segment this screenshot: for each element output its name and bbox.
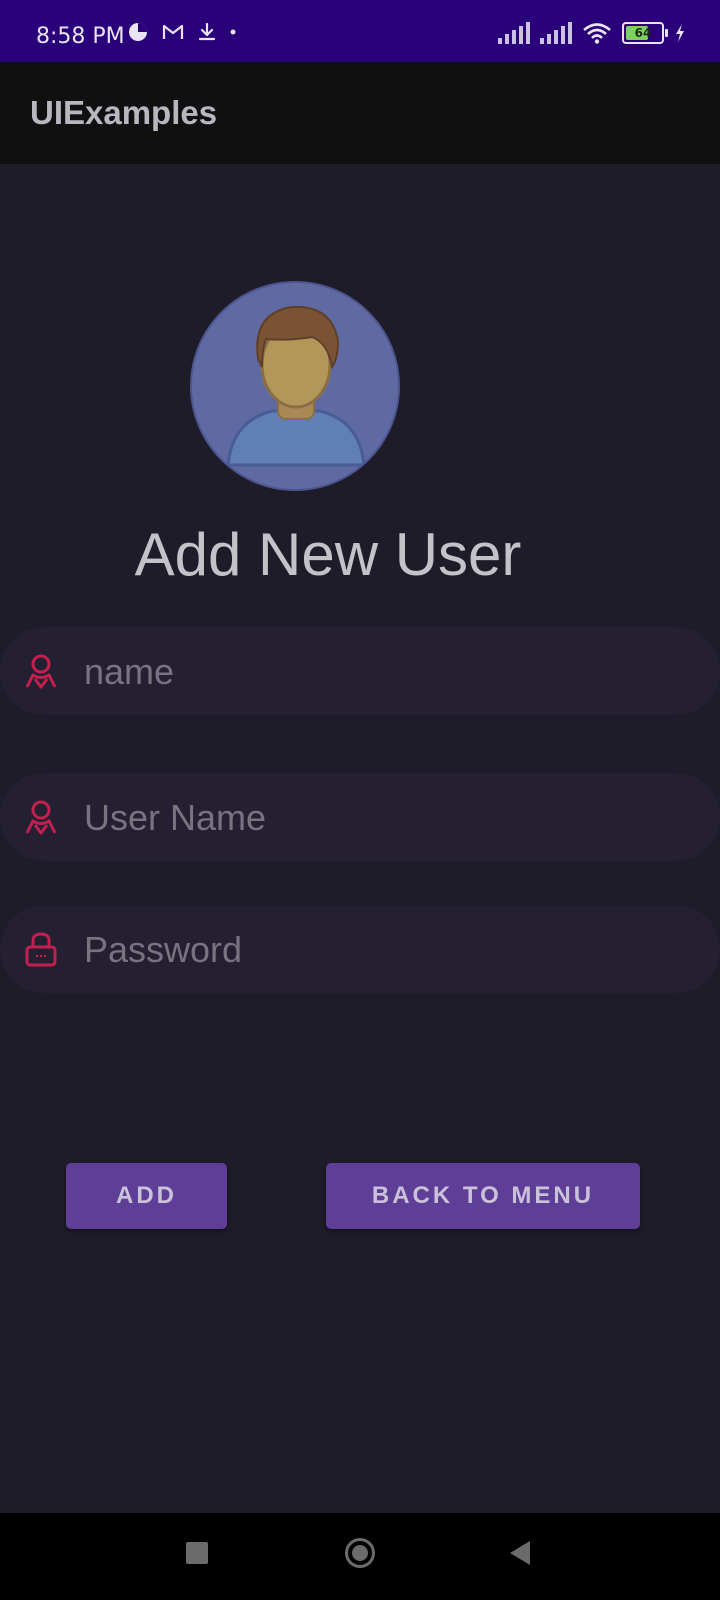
- person-icon: [25, 654, 57, 689]
- back-icon[interactable]: [510, 1541, 530, 1565]
- lock-icon: [25, 932, 57, 967]
- add-button[interactable]: ADD: [66, 1163, 227, 1229]
- name-field[interactable]: [0, 627, 720, 717]
- gmail-icon: [162, 24, 184, 39]
- status-bar: 8:58 PM 64: [0, 0, 720, 62]
- status-right-icons: 64: [498, 22, 686, 44]
- person-icon: [25, 800, 57, 835]
- status-time: 8:58 PM: [36, 24, 125, 49]
- name-input[interactable]: [82, 627, 686, 717]
- signal-icon-1: [498, 22, 530, 44]
- app-bar: UIExamples: [0, 62, 720, 164]
- download-icon: [198, 22, 216, 41]
- username-input[interactable]: [82, 773, 686, 863]
- signal-icon-2: [540, 22, 572, 44]
- password-field[interactable]: [0, 905, 720, 995]
- avatar: [190, 281, 400, 491]
- navigation-bar: [0, 1513, 720, 1600]
- data-saver-icon: [129, 23, 147, 41]
- username-field[interactable]: [0, 773, 720, 863]
- dot-icon: [230, 29, 236, 35]
- wifi-icon: [583, 23, 611, 44]
- notification-icons: [128, 22, 236, 42]
- recent-apps-icon[interactable]: [186, 1542, 208, 1564]
- battery-level: 64: [634, 26, 652, 40]
- home-icon[interactable]: [345, 1538, 375, 1568]
- password-input[interactable]: [82, 905, 686, 995]
- page-title: Add New User: [134, 521, 522, 588]
- user-avatar-icon: [226, 305, 366, 467]
- back-to-menu-button[interactable]: BACK TO MENU: [326, 1163, 640, 1229]
- charging-icon: [676, 24, 684, 42]
- app-title: UIExamples: [30, 94, 218, 131]
- battery-icon: 64: [622, 22, 668, 44]
